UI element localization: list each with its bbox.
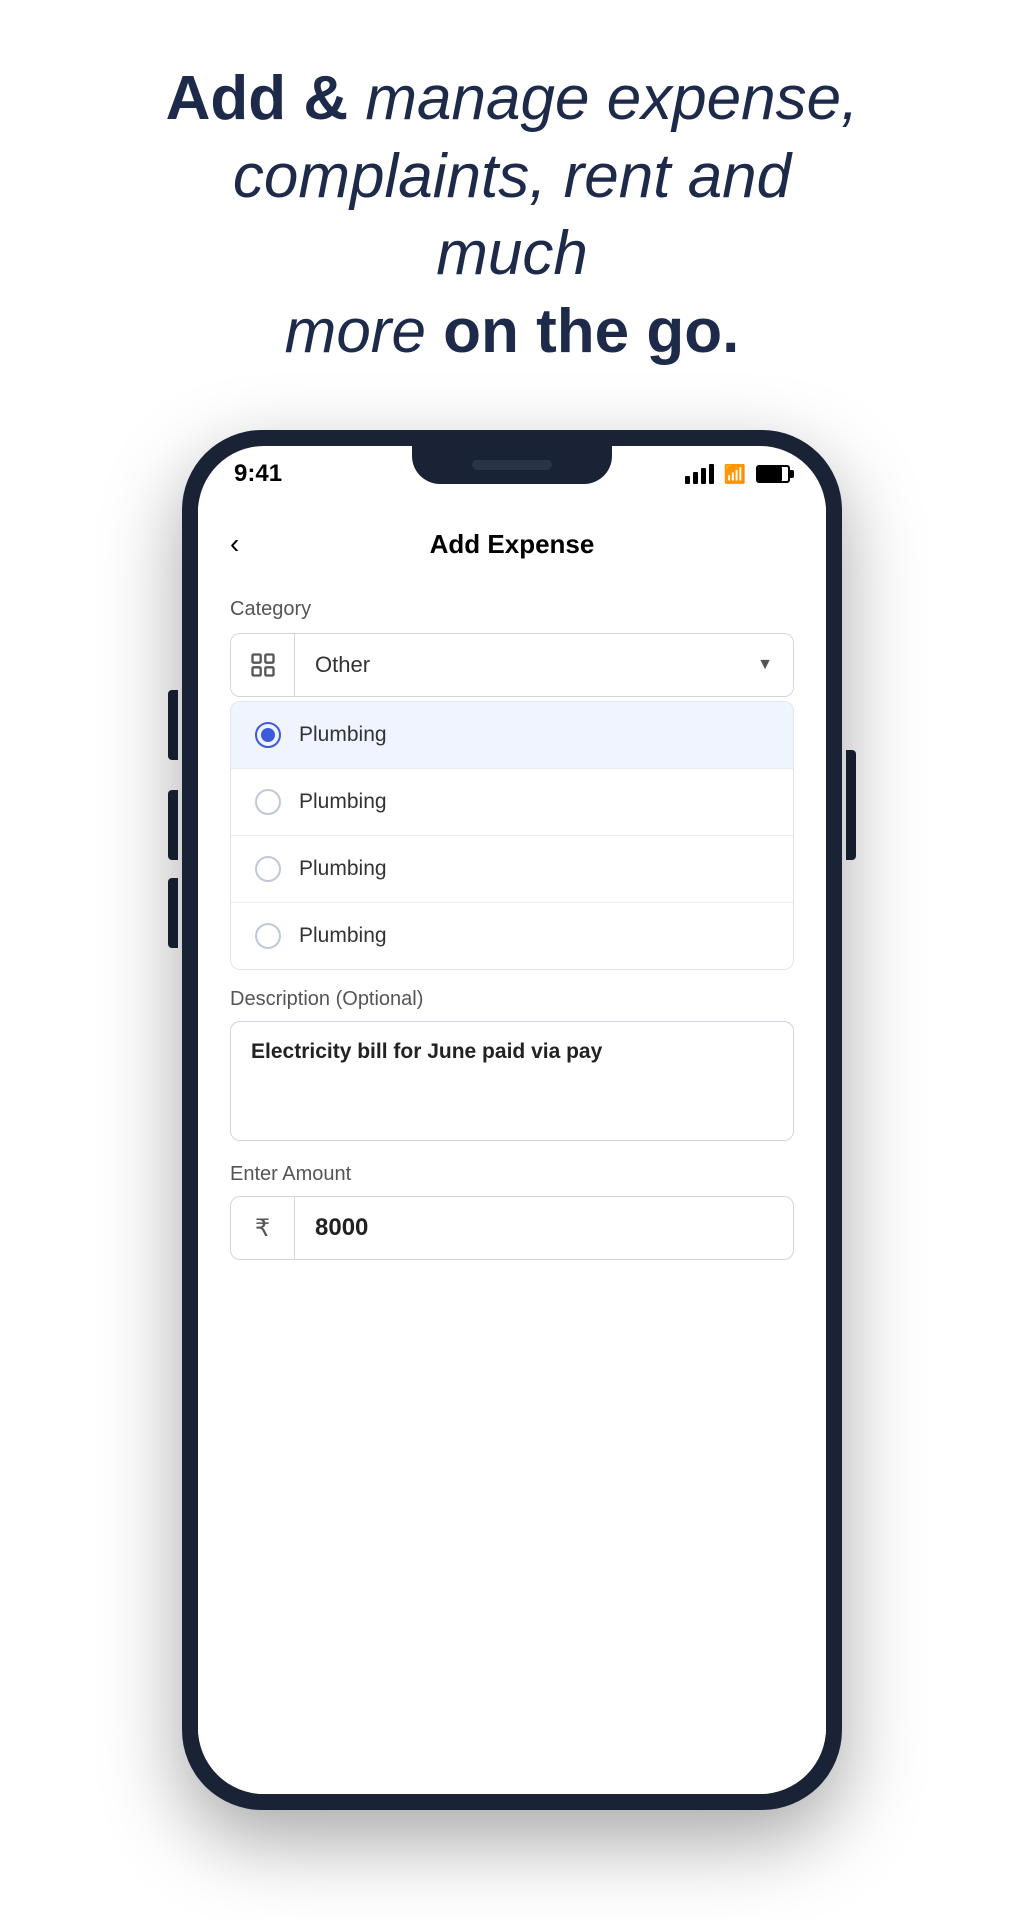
status-time: 9:41 [234,460,282,488]
radio-inner-1 [261,728,275,742]
radio-circle-2 [255,789,281,815]
hero-line3: more on the go. [162,293,862,371]
category-label: Category [230,598,794,621]
app-content: ‹ Add Expense Category [198,502,826,1794]
radio-option-3[interactable]: Plumbing [231,836,793,903]
hero-line1: Add & manage expense, [162,60,862,138]
hero-italic-text: manage expense, [348,64,858,133]
hero-line2: complaints, rent and much [162,138,862,293]
amount-field[interactable]: ₹ 8000 [230,1196,794,1260]
radio-circle-1 [255,722,281,748]
amount-label: Enter Amount [230,1163,794,1186]
signal-icon [685,464,714,484]
volume-buttons [168,790,178,948]
hero-more-italic: more [285,297,426,366]
wifi-icon: 📶 [724,464,746,485]
description-field[interactable]: Electricity bill for June paid via pay [230,1021,794,1141]
category-select-area[interactable]: Other ▼ [295,634,793,696]
phone-mockup: 9:41 📶 ‹ [182,430,842,1810]
grid-icon [249,651,277,679]
volume-down-button [168,878,178,948]
back-button[interactable]: ‹ [230,530,239,558]
currency-symbol: ₹ [231,1197,295,1259]
hero-bold-text: Add & [166,64,349,133]
radio-circle-4 [255,923,281,949]
description-label: Description (Optional) [230,988,794,1011]
phone-outer-shell: 9:41 📶 ‹ [182,430,842,1810]
radio-label-1: Plumbing [299,723,387,747]
battery-icon [756,465,790,483]
hero-section: Add & manage expense, complaints, rent a… [162,60,862,370]
volume-up-button [168,790,178,860]
radio-label-3: Plumbing [299,857,387,881]
radio-option-2[interactable]: Plumbing [231,769,793,836]
radio-option-4[interactable]: Plumbing [231,903,793,969]
app-header: ‹ Add Expense [198,502,826,578]
radio-option-1[interactable]: Plumbing [231,702,793,769]
notch-pill [472,460,552,470]
radio-circle-3 [255,856,281,882]
phone-screen: 9:41 📶 ‹ [198,446,826,1794]
phone-notch [412,446,612,484]
radio-label-4: Plumbing [299,924,387,948]
description-value: Electricity bill for June paid via pay [251,1040,602,1063]
page-title: Add Expense [430,529,595,560]
category-dropdown-list: Plumbing Plumbing Plumbing Plumb [230,701,794,970]
radio-label-2: Plumbing [299,790,387,814]
form-area: Category Other [198,578,826,1260]
amount-value: 8000 [295,1214,388,1242]
hero-on-the-go: on the go. [426,297,739,366]
status-icons: 📶 [685,464,790,485]
category-selected-value: Other [315,652,370,678]
chevron-down-icon: ▼ [757,656,773,674]
category-icon-box [231,634,295,696]
category-dropdown[interactable]: Other ▼ [230,633,794,697]
